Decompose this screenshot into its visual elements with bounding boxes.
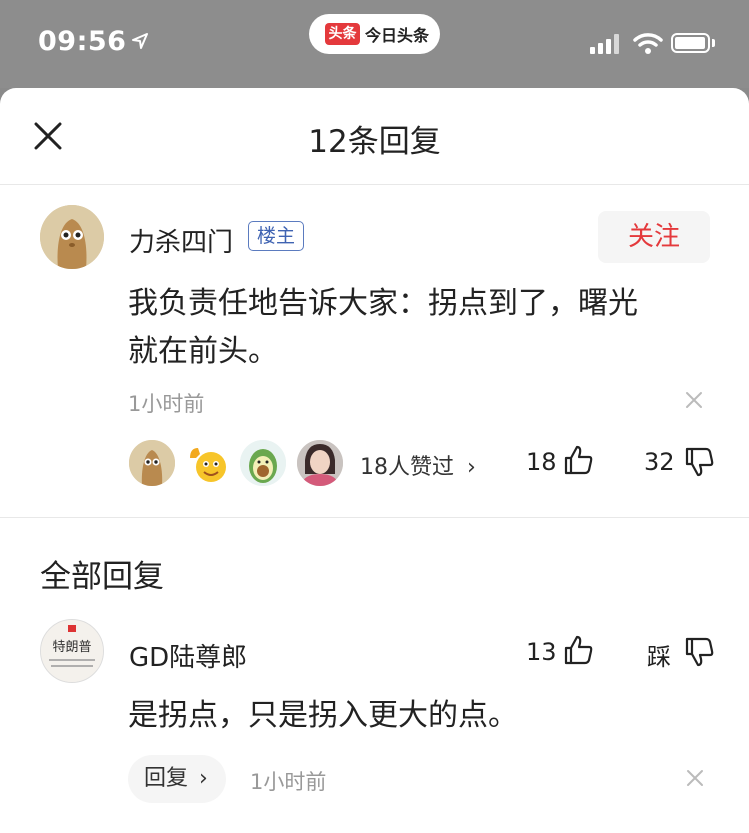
dismiss-icon[interactable] xyxy=(683,389,705,411)
battery-icon xyxy=(671,33,710,53)
reply-like-count: 13 xyxy=(526,638,557,666)
reply-author[interactable]: GD陆尊郎 xyxy=(129,637,247,674)
header-divider xyxy=(0,184,749,185)
comment-author[interactable]: 力杀四门 xyxy=(129,222,233,259)
chevron-right-icon: › xyxy=(199,766,208,791)
reply-button[interactable]: 回复 › xyxy=(128,755,226,803)
reply-avatar-image: 特朗普 xyxy=(41,620,103,682)
reply-dislike-label: 踩 xyxy=(647,643,671,671)
potato-avatar-icon xyxy=(40,205,104,269)
dislike-count: 32 xyxy=(644,448,675,476)
dismiss-icon[interactable] xyxy=(684,767,706,789)
reply-button-label: 回复 xyxy=(144,766,189,791)
thumbs-down-icon[interactable] xyxy=(683,446,715,478)
comment-time: 1小时前 xyxy=(128,392,205,416)
chevron-right-icon: › xyxy=(467,455,476,480)
potato-avatar-icon xyxy=(129,440,175,486)
status-bar: 09:56 头条 今日头条 xyxy=(0,0,749,88)
like-count: 18 xyxy=(526,448,557,476)
svg-text:特朗普: 特朗普 xyxy=(52,640,91,655)
location-arrow-icon xyxy=(132,33,148,49)
comment-text-line1: 我负责任地告诉大家：拐点到了，曙光 xyxy=(128,286,638,321)
sheet-title: 12条回复 xyxy=(308,124,441,160)
reply-avatar[interactable]: 特朗普 xyxy=(40,619,104,683)
section-divider xyxy=(0,517,749,518)
reply-text: 是拐点，只是拐入更大的点。 xyxy=(128,698,518,733)
wifi-icon xyxy=(633,33,663,54)
battery-cap xyxy=(712,39,715,47)
thumbs-down-icon[interactable] xyxy=(683,636,715,668)
liker-avatar[interactable] xyxy=(182,438,232,488)
thumbs-up-icon[interactable] xyxy=(562,444,594,476)
likes-summary-link[interactable]: 18人赞过 › xyxy=(360,449,476,481)
thumbs-up-icon[interactable] xyxy=(562,634,594,666)
thumbs-up-emoji-icon xyxy=(190,448,226,482)
comment-text-line2: 就在前头。 xyxy=(128,334,278,369)
liker-avatar[interactable] xyxy=(127,438,177,488)
likes-summary-label: 18人赞过 xyxy=(360,455,454,480)
all-replies-title: 全部回复 xyxy=(40,559,164,595)
person-photo-avatar-icon xyxy=(297,440,343,486)
liker-avatar[interactable] xyxy=(295,438,345,488)
liker-avatar[interactable] xyxy=(238,438,288,488)
reply-time: 1小时前 xyxy=(250,770,327,794)
avatar[interactable] xyxy=(40,205,104,269)
app-indicator-pill[interactable]: 头条 今日头条 xyxy=(309,14,440,54)
owner-badge: 楼主 xyxy=(248,221,305,251)
cellular-signal-icon xyxy=(590,34,619,54)
app-logo: 头条 xyxy=(325,23,360,45)
avocado-avatar-icon xyxy=(240,440,286,486)
status-time: 09:56 xyxy=(38,26,127,57)
app-name: 今日头条 xyxy=(365,26,430,45)
replies-sheet: 12条回复 力杀四门 楼主 关注 我负责任地告诉大家：拐点到了，曙光 就在前头。… xyxy=(0,88,749,833)
follow-button[interactable]: 关注 xyxy=(598,211,710,263)
